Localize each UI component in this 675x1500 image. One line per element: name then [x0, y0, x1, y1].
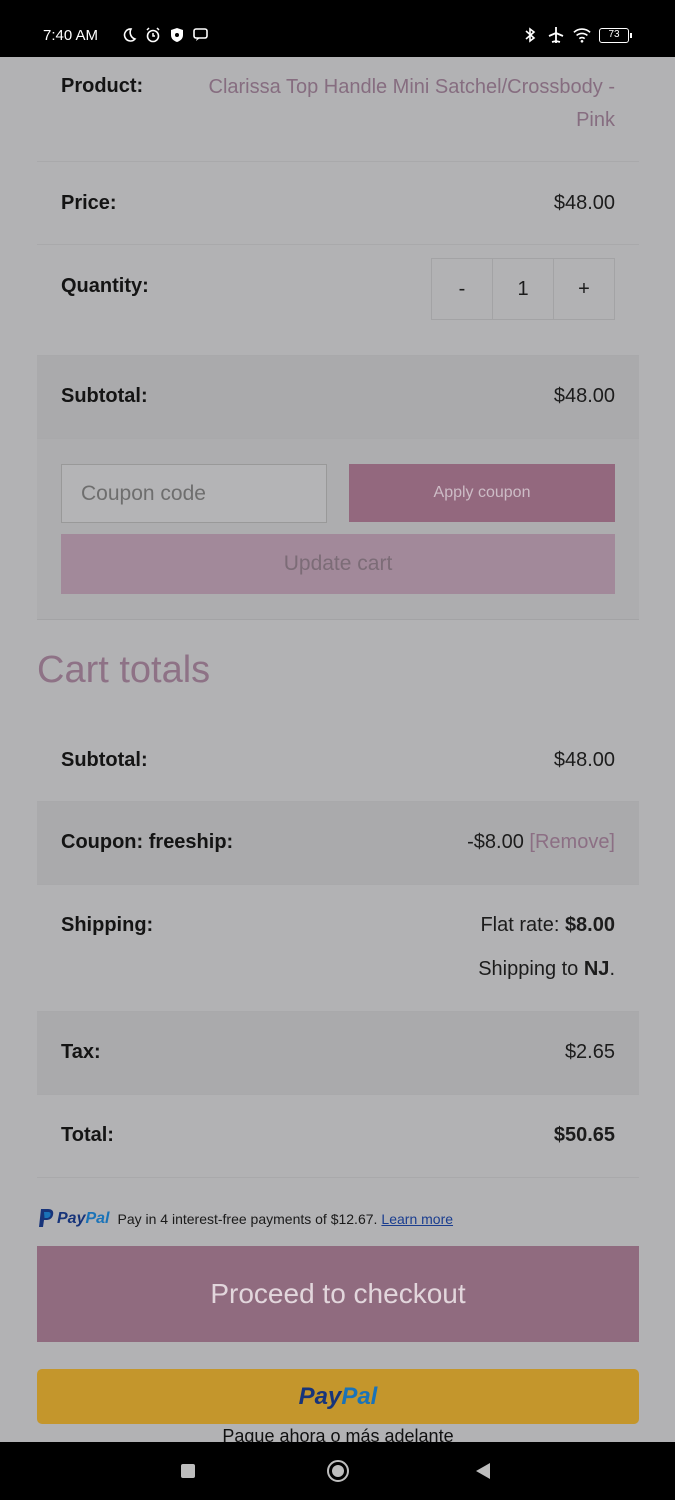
paypal-learn-more-link[interactable]: Learn more	[381, 1211, 453, 1227]
quantity-label: Quantity:	[61, 275, 149, 297]
shipping-cost: $8.00	[564, 914, 615, 936]
coupon-discount-row: Coupon: freeship: -$8.00 [Remove]	[37, 802, 639, 885]
bluetooth-icon	[525, 27, 536, 43]
recent-apps-icon[interactable]	[181, 1464, 195, 1478]
product-row: Product: Clarissa Top Handle Mini Satche…	[37, 57, 639, 162]
remove-coupon-link[interactable]: [Remove]	[529, 831, 615, 853]
tax-label: Tax:	[61, 1041, 101, 1063]
status-right-icons: 73	[521, 26, 632, 44]
moon-icon	[123, 28, 137, 42]
paypal-button-logo: PayPal	[298, 1382, 378, 1410]
cart-page: Product: Clarissa Top Handle Mini Satche…	[0, 57, 675, 1442]
quantity-row: Quantity: - 1 +	[37, 245, 639, 356]
shipping-state: NJ	[583, 958, 610, 980]
battery-icon: 73	[599, 27, 632, 43]
item-subtotal-value: $48.00	[553, 385, 615, 407]
status-left-icons	[120, 26, 210, 44]
quantity-decrease-button[interactable]: -	[432, 259, 493, 319]
paypal-paylater-message: PayPal Pay in 4 interest-free payments o…	[37, 1206, 639, 1232]
paypal-button-subtext: Paque ahora o más adelante	[222, 1426, 454, 1442]
status-time: 7:40 AM	[43, 27, 99, 44]
total-row: Total: $50.65	[37, 1095, 639, 1178]
product-label: Product:	[61, 75, 144, 97]
quantity-increase-button[interactable]: +	[554, 259, 614, 319]
shipping-to-text: Shipping to	[478, 958, 579, 980]
apply-coupon-button[interactable]: Apply coupon	[349, 464, 615, 522]
cart-totals-heading: Cart totals	[37, 649, 211, 691]
paypal-logo: PayPal	[37, 1208, 109, 1230]
tax-value: $2.65	[564, 1041, 615, 1063]
back-icon[interactable]	[476, 1463, 490, 1479]
item-subtotal-label: Subtotal:	[61, 385, 148, 407]
proceed-to-checkout-button[interactable]: Proceed to checkout	[37, 1246, 639, 1342]
totals-subtotal-row: Subtotal: $48.00	[37, 720, 639, 802]
wifi-icon	[573, 28, 591, 43]
coupon-discount-amount: -$8.00	[467, 831, 524, 853]
system-nav-bar	[0, 1442, 675, 1500]
chat-icon	[193, 28, 208, 41]
totals-subtotal-label: Subtotal:	[61, 749, 148, 771]
total-value: $50.65	[553, 1124, 615, 1146]
totals-subtotal-value: $48.00	[553, 749, 615, 771]
shipping-label: Shipping:	[61, 914, 154, 936]
shipping-row: Shipping: Flat rate: $8.00 Shipping to N…	[37, 885, 639, 1012]
quantity-stepper: - 1 +	[431, 258, 615, 320]
coupon-code-input[interactable]: Coupon code	[61, 464, 327, 523]
tax-row: Tax: $2.65	[37, 1012, 639, 1095]
paypal-p-icon	[39, 1209, 54, 1227]
price-label: Price:	[61, 192, 117, 214]
home-icon[interactable]	[327, 1460, 349, 1482]
price-value: $48.00	[553, 192, 615, 214]
status-bar: 7:40 AM 73	[0, 0, 675, 57]
paypal-wordmark: PayPal	[57, 1210, 110, 1227]
shipping-method-name: Flat rate:	[480, 914, 560, 936]
shield-icon	[171, 28, 183, 42]
coupon-discount-label: Coupon: freeship:	[61, 831, 234, 853]
quantity-input[interactable]: 1	[493, 259, 554, 319]
item-subtotal-row: Subtotal: $48.00	[37, 356, 639, 439]
product-name-link[interactable]: Clarissa Top Handle Mini Satchel/Crossbo…	[165, 71, 615, 137]
shipping-method: Flat rate: $8.00	[480, 914, 615, 937]
alarm-icon	[146, 27, 160, 43]
paypal-button[interactable]: PayPal	[37, 1369, 639, 1424]
coupon-discount-value: -$8.00 [Remove]	[467, 831, 615, 854]
airplane-icon	[548, 27, 564, 43]
cart-actions: Coupon code Apply coupon Update cart	[37, 439, 639, 620]
paypal-paylater-text: Pay in 4 interest-free payments of $12.6…	[117, 1211, 378, 1227]
price-row: Price: $48.00	[37, 162, 639, 245]
total-label: Total:	[61, 1124, 114, 1146]
update-cart-button[interactable]: Update cart	[61, 534, 615, 594]
shipping-destination: Shipping to NJ.	[478, 958, 615, 980]
